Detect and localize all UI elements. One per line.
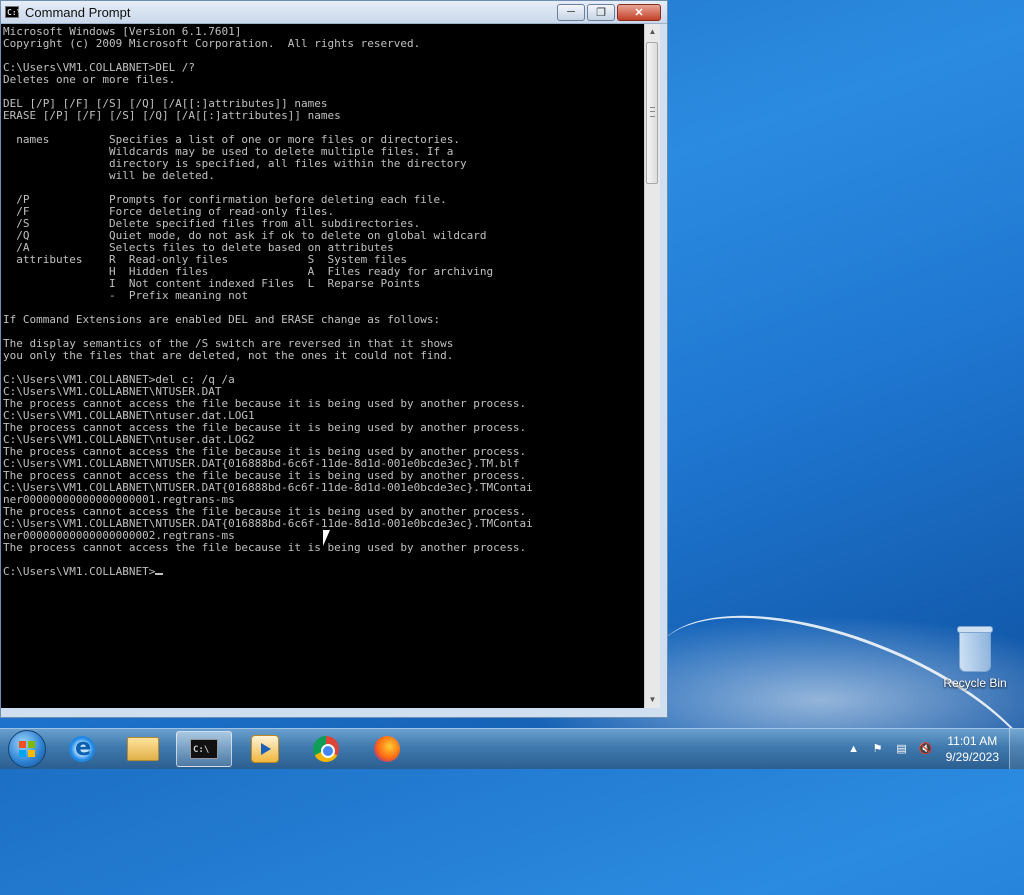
scroll-down-arrow-icon[interactable]: ▼ <box>645 692 660 708</box>
clock-date: 9/29/2023 <box>945 750 999 764</box>
command-prompt-window[interactable]: C:\ Command Prompt ─ ❐ ✕ Microsoft Windo… <box>0 0 668 718</box>
recycle-bin-icon <box>957 626 993 672</box>
scroll-up-arrow-icon[interactable]: ▲ <box>645 24 660 40</box>
taskbar-windows-explorer[interactable] <box>115 731 171 767</box>
chrome-icon <box>313 736 339 762</box>
internet-explorer-icon <box>69 733 95 762</box>
text-cursor <box>155 573 164 575</box>
vertical-scrollbar[interactable]: ▲ ▼ <box>644 24 660 708</box>
clock-time: 11:01 AM <box>947 734 998 748</box>
taskbar: C:\ ▲ ⚑ ▤ 🔇 11:01 AM 9/29/2023 <box>0 728 1024 769</box>
clock[interactable]: 11:01 AM 9/29/2023 <box>946 733 999 765</box>
command-prompt-icon: C:\ <box>190 739 218 759</box>
folder-icon <box>127 737 159 761</box>
taskbar-google-chrome[interactable] <box>298 731 354 767</box>
taskbar-firefox[interactable] <box>359 731 415 767</box>
network-icon[interactable]: ▤ <box>893 740 911 758</box>
system-tray: ▲ ⚑ ▤ 🔇 11:01 AM 9/29/2023 <box>842 729 1024 769</box>
command-prompt-icon: C:\ <box>5 6 22 18</box>
window-title: Command Prompt <box>25 4 131 20</box>
windows-flag-icon <box>19 741 35 757</box>
close-button[interactable]: ✕ <box>617 3 661 21</box>
title-bar[interactable]: C:\ Command Prompt ─ ❐ ✕ <box>1 1 667 24</box>
taskbar-command-prompt[interactable]: C:\ <box>176 731 232 767</box>
minimize-button[interactable]: ─ <box>557 3 585 21</box>
recycle-bin-label: Recycle Bin <box>943 676 1007 690</box>
maximize-button[interactable]: ❐ <box>587 3 615 21</box>
taskbar-media-player[interactable] <box>237 731 293 767</box>
console-line: C:\Users\VM1.COLLABNET> <box>3 565 156 578</box>
recycle-bin[interactable]: Recycle Bin <box>940 626 1010 690</box>
volume-muted-icon[interactable]: 🔇 <box>917 740 935 758</box>
console-line: If Command Extensions are enabled DEL an… <box>3 313 441 326</box>
console-line: The process cannot access the file becau… <box>3 541 527 554</box>
start-button[interactable] <box>8 730 46 768</box>
console-output[interactable]: Microsoft Windows [Version 6.1.7601] Cop… <box>1 24 644 708</box>
action-center-icon[interactable]: ⚑ <box>869 740 887 758</box>
scroll-thumb[interactable] <box>646 42 658 184</box>
grip-icon <box>650 107 655 117</box>
mouse-pointer-icon <box>323 530 330 546</box>
taskbar-internet-explorer[interactable] <box>54 731 110 767</box>
console-line: will be deleted. <box>3 169 215 182</box>
firefox-icon <box>374 736 400 762</box>
show-hidden-icons-icon[interactable]: ▲ <box>845 740 863 758</box>
show-desktop-button[interactable] <box>1009 729 1024 769</box>
console-line: Deletes one or more files. <box>3 73 176 86</box>
console-line: Copyright (c) 2009 Microsoft Corporation… <box>3 37 421 50</box>
console-line: you only the files that are deleted, not… <box>3 349 454 362</box>
console-line: ERASE [/P] [/F] [/S] [/Q] [/A[[:]attribu… <box>3 109 341 122</box>
media-player-icon <box>251 735 279 763</box>
console-line: - Prefix meaning not <box>3 289 249 302</box>
console-text[interactable]: Microsoft Windows [Version 6.1.7601] Cop… <box>1 24 644 578</box>
